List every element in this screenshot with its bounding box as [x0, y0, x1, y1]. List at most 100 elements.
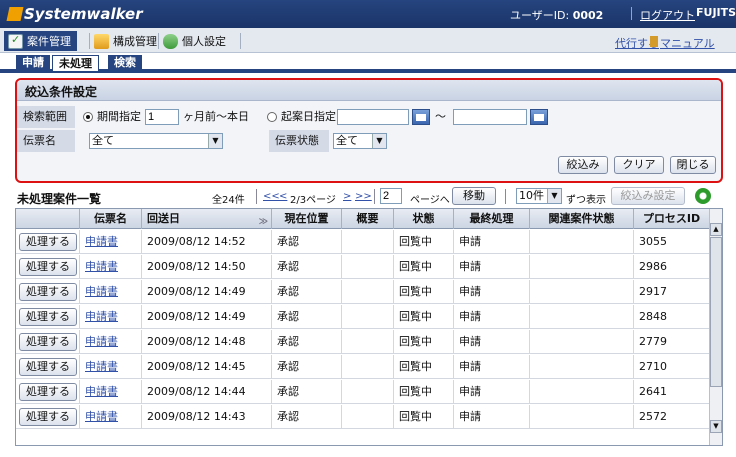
first-page-link[interactable]: <<	[263, 191, 280, 202]
page-info: 2/3ページ	[290, 195, 336, 206]
page-number-input[interactable]	[380, 188, 402, 204]
table-row: 処理する 申請書 2009/08/12 14:52 承認 回覧中 申請 3055	[16, 230, 710, 254]
period-suffix: ヶ月前～本日	[183, 110, 249, 123]
calendar-to-icon[interactable]	[530, 109, 548, 125]
pager-last[interactable]: >>	[355, 191, 372, 202]
status-label: 伝票状態	[269, 130, 329, 152]
menu-personal-settings[interactable]: 個人設定	[163, 32, 226, 50]
cell-related	[530, 405, 634, 429]
pager-prev[interactable]: <	[279, 191, 287, 202]
col-form[interactable]: 伝票名	[80, 209, 142, 229]
menu-divider	[89, 33, 90, 49]
cell-last-action: 申請	[454, 330, 530, 354]
scroll-up-icon[interactable]: ▲	[710, 223, 722, 236]
menu-divider	[240, 33, 241, 49]
cell-summary	[342, 330, 394, 354]
date-from-input[interactable]	[337, 109, 409, 125]
menu-configuration[interactable]: 構成管理	[94, 32, 157, 50]
scroll-down-icon[interactable]: ▼	[710, 420, 722, 433]
cell-summary	[342, 255, 394, 279]
calendar-from-icon[interactable]	[412, 109, 430, 125]
status-select[interactable]: 全て ▼	[333, 133, 387, 149]
process-button[interactable]: 処理する	[19, 308, 77, 326]
col-last-action[interactable]: 最終処理	[454, 209, 530, 229]
form-link[interactable]: 申請書	[80, 380, 142, 404]
user-id-value: 0002	[572, 9, 604, 22]
cell-last-action: 申請	[454, 380, 530, 404]
period-radio-label: 期間指定	[97, 110, 141, 123]
process-button[interactable]: 処理する	[19, 333, 77, 351]
form-link[interactable]: 申請書	[80, 305, 142, 329]
col-related[interactable]: 関連案件状態	[530, 209, 634, 229]
table-row: 処理する 申請書 2009/08/12 14:49 承認 回覧中 申請 2917	[16, 280, 710, 304]
form-select[interactable]: 全て ▼	[89, 133, 223, 149]
date-to-input[interactable]	[453, 109, 527, 125]
list-title: 未処理案件一覧	[17, 192, 102, 206]
manual-link[interactable]: マニュアル	[660, 35, 715, 51]
process-button[interactable]: 処理する	[19, 383, 77, 401]
next-page-link[interactable]: >	[343, 191, 351, 202]
cell-position: 承認	[272, 405, 342, 429]
menu-label: 案件管理	[27, 35, 71, 48]
prev-page-link[interactable]: <	[279, 191, 287, 202]
date-radio[interactable]	[267, 112, 277, 122]
cell-status: 回覧中	[394, 380, 454, 404]
scroll-thumb[interactable]	[710, 237, 722, 387]
chevron-down-icon: ▼	[547, 189, 561, 203]
pager-first[interactable]: <<	[263, 191, 280, 202]
process-button[interactable]: 処理する	[19, 358, 77, 376]
col-date[interactable]: 回送日 ≫	[142, 209, 272, 229]
period-months-input[interactable]	[145, 109, 179, 125]
form-link[interactable]: 申請書	[80, 405, 142, 429]
table-header: 伝票名 回送日 ≫ 現在位置 概要 状態 最終処理 関連案件状態 プロセスID	[16, 209, 710, 229]
menu-case-management[interactable]: 案件管理	[4, 31, 77, 51]
go-to-page-button[interactable]: 移動	[452, 187, 496, 205]
col-status[interactable]: 状態	[394, 209, 454, 229]
form-link[interactable]: 申請書	[80, 255, 142, 279]
period-radio[interactable]	[83, 112, 93, 122]
tab-search[interactable]: 検索	[108, 55, 142, 71]
cell-action: 処理する	[16, 405, 80, 429]
cell-summary	[342, 305, 394, 329]
tab-unprocessed[interactable]: 未処理	[52, 55, 99, 71]
cell-last-action: 申請	[454, 305, 530, 329]
cell-summary	[342, 380, 394, 404]
cell-related	[530, 330, 634, 354]
table-row: 処理する 申請書 2009/08/12 14:48 承認 回覧中 申請 2779	[16, 330, 710, 354]
filter-apply-button[interactable]: 絞込み	[558, 156, 608, 174]
cell-date: 2009/08/12 14:43	[142, 405, 272, 429]
per-page-select[interactable]: 10件 ▼	[516, 188, 562, 204]
cell-process-id: 2641	[634, 380, 710, 404]
process-button[interactable]: 処理する	[19, 283, 77, 301]
pager-next[interactable]: >	[343, 191, 351, 202]
last-page-link[interactable]: >>	[355, 191, 372, 202]
col-summary[interactable]: 概要	[342, 209, 394, 229]
cell-related	[530, 280, 634, 304]
col-position[interactable]: 現在位置	[272, 209, 342, 229]
cell-status: 回覧中	[394, 230, 454, 254]
tab-application[interactable]: 申請	[16, 55, 50, 71]
logout-link[interactable]: ログアウト	[640, 7, 695, 23]
form-link[interactable]: 申請書	[80, 280, 142, 304]
refresh-icon[interactable]	[695, 188, 711, 204]
filter-clear-button[interactable]: クリア	[614, 156, 664, 174]
form-link[interactable]: 申請書	[80, 230, 142, 254]
process-button[interactable]: 処理する	[19, 258, 77, 276]
process-button[interactable]: 処理する	[19, 233, 77, 251]
form-link[interactable]: 申請書	[80, 355, 142, 379]
logo-icon	[6, 7, 24, 21]
personal-settings-icon	[163, 33, 178, 49]
menu-label: 構成管理	[113, 35, 157, 48]
filter-panel: 絞込条件設定 検索範囲 期間指定 ヶ月前～本日 起案日指定 ～ 伝票名 全て ▼ …	[15, 78, 723, 183]
table-row: 処理する 申請書 2009/08/12 14:44 承認 回覧中 申請 2641	[16, 380, 710, 404]
filter-close-button[interactable]: 閉じる	[670, 156, 716, 174]
table-row: 処理する 申請書 2009/08/12 14:43 承認 回覧中 申請 2572	[16, 405, 710, 429]
menu-divider	[158, 33, 159, 49]
form-link[interactable]: 申請書	[80, 330, 142, 354]
vertical-scrollbar[interactable]: ▲ ▼	[709, 209, 722, 445]
cell-position: 承認	[272, 230, 342, 254]
narrow-settings-button[interactable]: 絞込み設定	[611, 187, 685, 205]
process-button[interactable]: 処理する	[19, 408, 77, 426]
col-process-id[interactable]: プロセスID	[634, 209, 710, 229]
brand-name: Systemwalker	[24, 5, 143, 23]
